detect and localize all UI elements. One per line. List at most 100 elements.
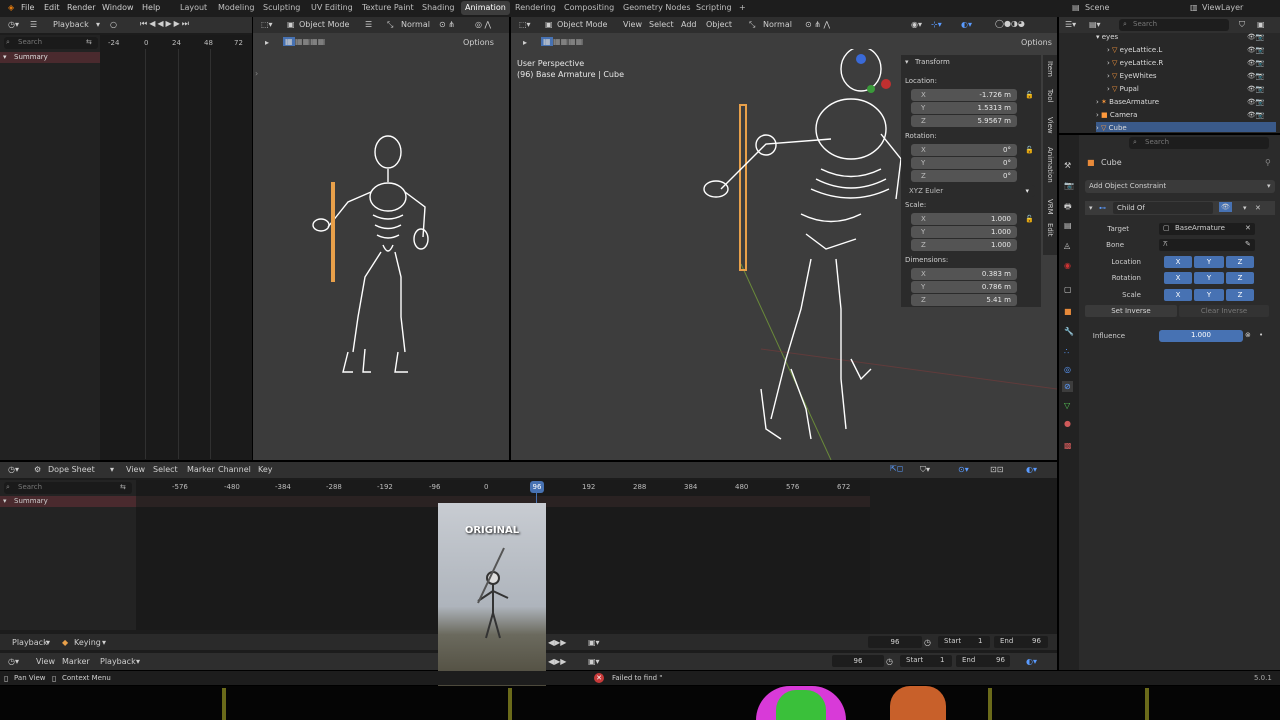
texture-tab-icon[interactable]: ▩: [1064, 441, 1072, 450]
scale-z-field[interactable]: Z 1.000: [911, 239, 1017, 251]
mode-dropdown[interactable]: Object Mode: [299, 20, 349, 29]
location-z-toggle[interactable]: Z: [1226, 256, 1254, 268]
left-viewport[interactable]: ⬚▾ ▣ Object Mode ☰ ⤡ Normal ⊙ ⋔ ◎ ⋀ ▸ ▦ …: [253, 17, 509, 460]
playback-controls[interactable]: ◀▶▶: [548, 638, 566, 647]
add-object-constraint-dropdown[interactable]: Add Object Constraint ▾: [1085, 180, 1275, 193]
location-z-field[interactable]: Z 5.9567 m: [911, 115, 1017, 127]
location-x-toggle[interactable]: X: [1164, 256, 1192, 268]
influence-slider[interactable]: 1.000: [1159, 330, 1243, 342]
menu-add[interactable]: Add: [681, 20, 697, 29]
frame-field[interactable]: 96: [832, 655, 884, 667]
tab-vrm[interactable]: VRM: [1046, 199, 1054, 215]
editor-type-icon[interactable]: ☰▾: [1065, 20, 1076, 29]
outliner-item-eyes[interactable]: ▾ eyes: [1096, 31, 1118, 43]
tab-edit[interactable]: Edit: [1046, 223, 1054, 237]
menu-icon[interactable]: ☰: [365, 20, 372, 29]
location-x-field[interactable]: X -1.726 m: [911, 89, 1017, 101]
render-tab-icon[interactable]: 📷: [1064, 181, 1074, 190]
frame-field[interactable]: 96: [868, 636, 922, 648]
scale-y-field[interactable]: Y 1.000: [911, 226, 1017, 238]
set-inverse-button[interactable]: Set Inverse: [1085, 305, 1177, 317]
select-modes-icon[interactable]: ▦▦▦▦: [295, 37, 325, 46]
summary-row[interactable]: ▾ Summary: [0, 496, 136, 507]
object-tab-icon[interactable]: ■: [1064, 307, 1072, 316]
sync-icon[interactable]: ▣▾: [588, 638, 600, 647]
outliner-item-eyewhites[interactable]: › ▽ EyeWhites: [1107, 70, 1157, 82]
editor-type-icon[interactable]: ⬚▾: [261, 20, 273, 29]
proportional-icon[interactable]: ◎ ⋀: [475, 20, 491, 29]
workspace-tab-compositing[interactable]: Compositing: [564, 3, 614, 12]
rotation-y-field[interactable]: Y 0°: [911, 157, 1017, 169]
collection-tab-icon[interactable]: ▢: [1064, 285, 1072, 294]
only-selected-icon[interactable]: ⇱◻: [890, 464, 903, 473]
workspace-tab-sculpting[interactable]: Sculpting: [263, 3, 300, 12]
rotation-z-toggle[interactable]: Z: [1226, 272, 1254, 284]
playback-menu[interactable]: Playback: [53, 20, 89, 29]
constraint-name-field[interactable]: Child Of: [1113, 202, 1213, 214]
workspace-tab-animation[interactable]: Animation: [461, 1, 510, 15]
clear-influence-icon[interactable]: ⊗: [1245, 331, 1251, 339]
workspace-tab-uv-editing[interactable]: UV Editing: [311, 3, 353, 12]
rotation-x-toggle[interactable]: X: [1164, 272, 1192, 284]
filter-icon[interactable]: ⛉▾: [920, 465, 930, 475]
workspace-tab-scripting[interactable]: Scripting: [696, 3, 732, 12]
target-field[interactable]: ▢ BaseArmature ✕: [1159, 223, 1255, 235]
main-viewport[interactable]: ⬚▾ ▣ Object Mode View Select Add Object …: [511, 17, 1057, 460]
menu-key[interactable]: Key: [258, 465, 273, 474]
visibility-icon[interactable]: ◉▾: [911, 20, 922, 29]
lock-icon[interactable]: 🔓: [1025, 146, 1034, 154]
shading-modes-icon[interactable]: ◯●◑◕: [995, 19, 1025, 28]
menu-channel[interactable]: Channel: [218, 465, 251, 474]
menu-object[interactable]: Object: [706, 20, 732, 29]
end-frame-field[interactable]: End 96: [994, 636, 1048, 648]
scale-x-field[interactable]: X 1.000: [911, 213, 1017, 225]
workspace-tab-layout[interactable]: Layout: [180, 3, 207, 12]
editor-type-icon[interactable]: ⬚▾: [519, 20, 531, 29]
view-layer-name[interactable]: ViewLayer: [1202, 3, 1243, 12]
shading-dropdown[interactable]: Normal: [401, 20, 430, 29]
dimensions-x-field[interactable]: X 0.383 m: [911, 268, 1017, 280]
menu-view[interactable]: View: [36, 657, 55, 666]
overlay-icon[interactable]: ◐▾: [1026, 465, 1037, 474]
outliner-item-eyelattice-r[interactable]: › ▽ eyeLattice.R: [1107, 57, 1163, 69]
menu-edit[interactable]: Edit: [44, 3, 60, 12]
current-frame-indicator[interactable]: 96: [530, 481, 544, 493]
bone-field[interactable]: ⚻ ✎: [1159, 239, 1255, 251]
menu-icon[interactable]: ☰: [30, 20, 37, 29]
workspace-tab-modeling[interactable]: Modeling: [218, 3, 254, 12]
editor-type-icon[interactable]: ◷▾: [8, 465, 19, 474]
menu-view[interactable]: View: [623, 20, 642, 29]
select-modes-icon[interactable]: ▦▦▦▦: [553, 37, 583, 46]
overlay-icon[interactable]: ◐▾: [1026, 657, 1037, 666]
new-collection-icon[interactable]: ▣: [1257, 20, 1265, 29]
physics-tab-icon[interactable]: ◎: [1064, 365, 1071, 374]
tab-animation[interactable]: Animation: [1046, 147, 1054, 183]
menu-select[interactable]: Select: [649, 20, 674, 29]
outliner-search-input[interactable]: ⌕ Search: [1119, 19, 1229, 31]
mode-dropdown[interactable]: Object Mode: [557, 20, 607, 29]
eyedropper-icon[interactable]: ✎: [1245, 240, 1251, 248]
scale-x-toggle[interactable]: X: [1164, 289, 1192, 301]
blender-logo-icon[interactable]: ◈: [8, 3, 14, 12]
material-tab-icon[interactable]: ●: [1064, 419, 1071, 428]
lock-icon[interactable]: 🔓: [1025, 91, 1034, 99]
workspace-tab-shading[interactable]: Shading: [422, 3, 455, 12]
menu-marker[interactable]: Marker: [62, 657, 90, 666]
dopesheet-search-input[interactable]: ⌕ Search ⇆: [4, 482, 132, 494]
outliner-item-eyelattice-l[interactable]: › ▽ eyeLattice.L: [1107, 44, 1162, 56]
pin-icon[interactable]: ⚲: [1265, 158, 1271, 167]
shading-dropdown[interactable]: Normal: [763, 20, 792, 29]
gizmo-icon[interactable]: ⊹▾: [931, 20, 942, 29]
expand-icon[interactable]: ▾: [3, 497, 7, 505]
visibility-toggles[interactable]: 👁📷 👁📷 👁📷 👁📷 👁📷 👁📷 👁📷: [1247, 31, 1277, 122]
clear-icon[interactable]: ✕: [1245, 224, 1251, 232]
display-mode-icon[interactable]: ▤▾: [1089, 20, 1101, 29]
keying-menu[interactable]: Keying: [74, 638, 101, 647]
chevron-down-icon[interactable]: ▾: [110, 465, 114, 474]
keyframe-dot-icon[interactable]: •: [1259, 331, 1263, 339]
constraint-tab-icon[interactable]: ⊘: [1062, 381, 1073, 392]
menu-file[interactable]: File: [21, 3, 34, 12]
tab-view[interactable]: View: [1046, 117, 1054, 134]
playback-controls[interactable]: ⏮◀◀▶▶⏭: [140, 19, 191, 29]
dimensions-z-field[interactable]: Z 5.41 m: [911, 294, 1017, 306]
